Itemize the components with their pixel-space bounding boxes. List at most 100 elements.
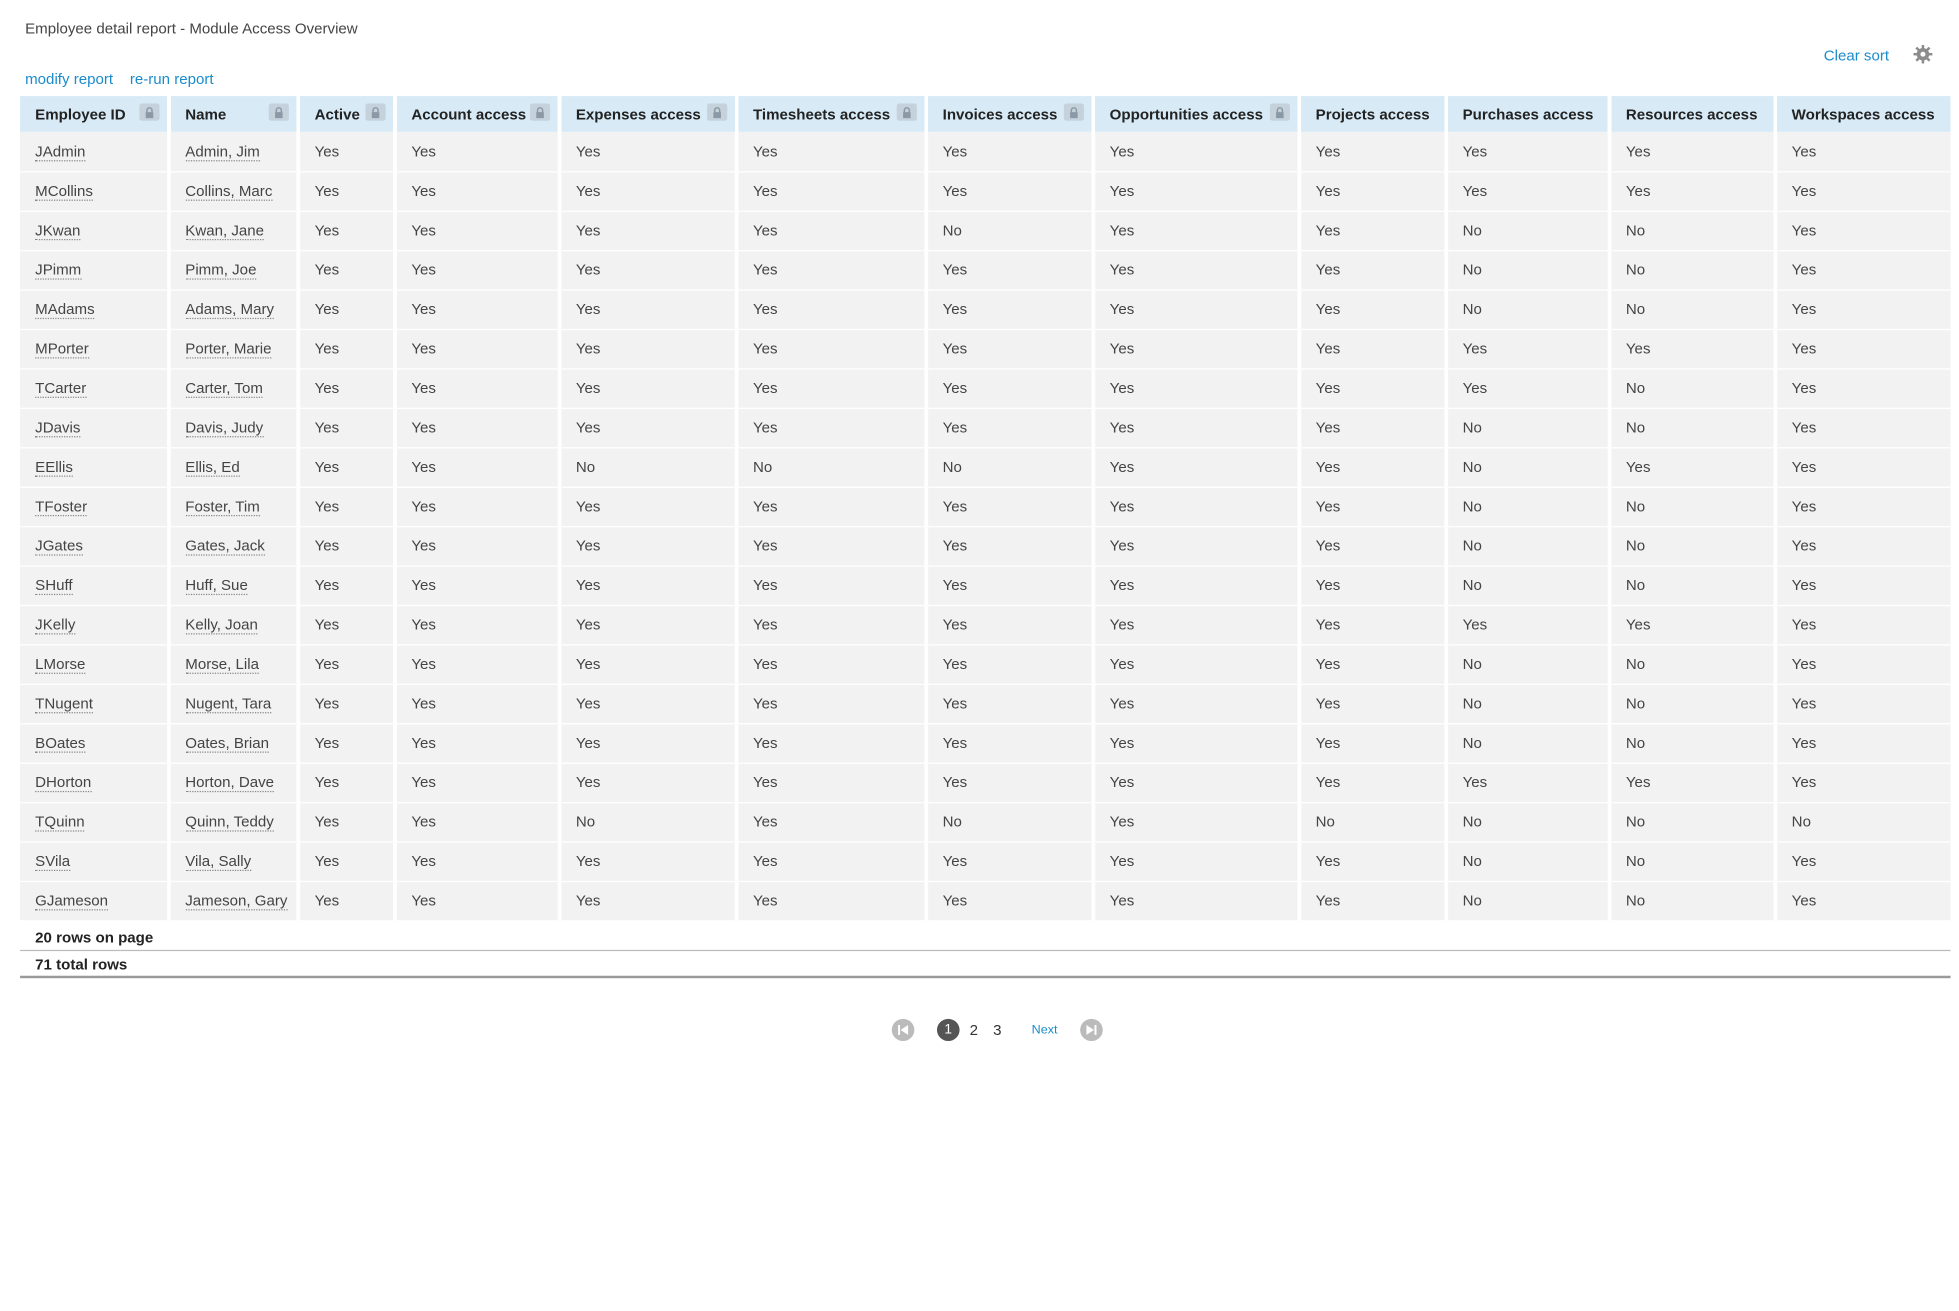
employee-id-link[interactable]: MPorter xyxy=(20,328,171,369)
column-header[interactable]: Purchases access xyxy=(1445,96,1611,132)
rerun-report-link[interactable]: re-run report xyxy=(130,70,214,87)
employee-id-link[interactable]: JAdmin xyxy=(20,131,171,172)
employee-id-link[interactable]: JGates xyxy=(20,526,171,567)
employee-id-link[interactable]: MAdams xyxy=(20,289,171,330)
employee-name-link[interactable]: Gates, Jack xyxy=(168,526,300,567)
cell-text[interactable]: Nugent, Tara xyxy=(185,694,272,714)
column-header[interactable]: Invoices access xyxy=(925,96,1095,132)
modify-report-link[interactable]: modify report xyxy=(25,70,113,87)
column-header[interactable]: Active xyxy=(297,96,397,132)
employee-name-link[interactable]: Pimm, Joe xyxy=(168,250,300,291)
cell-text[interactable]: MAdams xyxy=(35,300,95,320)
lock-icon[interactable] xyxy=(268,103,289,121)
cell-text[interactable]: GJameson xyxy=(35,891,109,911)
employee-name-link[interactable]: Jameson, Gary xyxy=(168,880,300,921)
cell-text[interactable]: Morse, Lila xyxy=(185,655,259,674)
employee-name-link[interactable]: Vila, Sally xyxy=(168,841,300,882)
cell-text[interactable]: JPimm xyxy=(35,261,82,280)
lock-icon[interactable] xyxy=(138,103,159,121)
employee-name-link[interactable]: Carter, Tom xyxy=(168,368,300,409)
employee-name-link[interactable]: Oates, Brian xyxy=(168,723,300,764)
page-number-1[interactable]: 1 xyxy=(936,1018,960,1042)
cell-text[interactable]: Porter, Marie xyxy=(185,340,272,359)
cell-text[interactable]: MCollins xyxy=(35,182,93,201)
cell-text[interactable]: Kelly, Joan xyxy=(185,616,258,635)
cell-text[interactable]: Carter, Tom xyxy=(185,379,263,398)
employee-id-link[interactable]: JPimm xyxy=(20,250,171,291)
employee-name-link[interactable]: Huff, Sue xyxy=(168,565,300,606)
cell-text[interactable]: JAdmin xyxy=(35,142,86,162)
cell-text[interactable]: Gates, Jack xyxy=(185,537,265,556)
cell-text[interactable]: EEllis xyxy=(35,458,73,477)
cell-text[interactable]: Vila, Sally xyxy=(185,852,252,872)
cell-text[interactable]: TNugent xyxy=(35,694,93,714)
cell-text[interactable]: Ellis, Ed xyxy=(185,458,240,477)
employee-name-link[interactable]: Foster, Tim xyxy=(168,486,300,527)
employee-id-link[interactable]: SVila xyxy=(20,841,171,882)
column-header[interactable]: Expenses access xyxy=(558,96,738,132)
employee-id-link[interactable]: GJameson xyxy=(20,880,171,921)
cell-text[interactable]: TQuinn xyxy=(35,813,85,832)
gear-icon[interactable] xyxy=(1913,44,1933,64)
cell-text[interactable]: BOates xyxy=(35,734,86,753)
cell-text[interactable]: MPorter xyxy=(35,340,89,359)
employee-name-link[interactable]: Nugent, Tara xyxy=(168,683,300,724)
cell-text[interactable]: DHorton xyxy=(35,773,92,793)
employee-id-link[interactable]: TFoster xyxy=(20,486,171,527)
cell-text[interactable]: Kwan, Jane xyxy=(185,221,265,241)
first-page-icon[interactable] xyxy=(891,1018,915,1042)
last-page-icon[interactable] xyxy=(1080,1018,1103,1042)
cell-text[interactable]: Huff, Sue xyxy=(185,576,248,596)
employee-id-link[interactable]: JKelly xyxy=(20,604,171,645)
cell-text[interactable]: JKwan xyxy=(35,221,80,241)
employee-name-link[interactable]: Quinn, Teddy xyxy=(168,802,300,843)
cell-text[interactable]: JGates xyxy=(35,537,83,556)
cell-text[interactable]: Quinn, Teddy xyxy=(185,813,274,832)
employee-id-link[interactable]: SHuff xyxy=(20,565,171,606)
lock-icon[interactable] xyxy=(1063,103,1084,121)
employee-name-link[interactable]: Horton, Dave xyxy=(168,762,300,803)
employee-name-link[interactable]: Porter, Marie xyxy=(168,328,300,369)
employee-id-link[interactable]: TCarter xyxy=(20,368,171,409)
cell-text[interactable]: LMorse xyxy=(35,655,86,674)
employee-id-link[interactable]: JDavis xyxy=(20,407,171,448)
column-header[interactable]: Employee ID xyxy=(20,96,171,132)
cell-text[interactable]: JDavis xyxy=(35,418,81,438)
column-header[interactable]: Opportunities access xyxy=(1092,96,1301,132)
cell-text[interactable]: Pimm, Joe xyxy=(185,261,257,280)
employee-name-link[interactable]: Kelly, Joan xyxy=(168,604,300,645)
cell-text[interactable]: Horton, Dave xyxy=(185,773,274,793)
cell-text[interactable]: Admin, Jim xyxy=(185,142,260,162)
page-number-2[interactable]: 2 xyxy=(970,1021,978,1038)
cell-text[interactable]: Collins, Marc xyxy=(185,182,272,201)
cell-text[interactable]: Foster, Tim xyxy=(185,497,260,517)
column-header[interactable]: Projects access xyxy=(1298,96,1448,132)
page-number-3[interactable]: 3 xyxy=(993,1021,1001,1038)
lock-icon[interactable] xyxy=(364,103,385,121)
cell-text[interactable]: TCarter xyxy=(35,379,87,398)
next-page-link[interactable]: Next xyxy=(1032,1023,1058,1037)
column-header[interactable]: Resources access xyxy=(1608,96,1777,132)
column-header[interactable]: Account access xyxy=(394,96,561,132)
lock-icon[interactable] xyxy=(529,103,550,121)
column-header[interactable]: Timesheets access xyxy=(736,96,928,132)
cell-text[interactable]: TFoster xyxy=(35,497,88,517)
cell-text[interactable]: SHuff xyxy=(35,576,73,596)
lock-icon[interactable] xyxy=(896,103,917,121)
employee-name-link[interactable]: Ellis, Ed xyxy=(168,447,300,488)
employee-id-link[interactable]: BOates xyxy=(20,723,171,764)
column-header[interactable]: Name xyxy=(168,96,300,132)
lock-icon[interactable] xyxy=(1269,103,1290,121)
employee-name-link[interactable]: Davis, Judy xyxy=(168,407,300,448)
column-header[interactable]: Workspaces access xyxy=(1774,96,1951,132)
cell-text[interactable]: SVila xyxy=(35,852,71,872)
cell-text[interactable]: JKelly xyxy=(35,616,75,635)
employee-id-link[interactable]: TNugent xyxy=(20,683,171,724)
employee-name-link[interactable]: Admin, Jim xyxy=(168,131,300,172)
employee-name-link[interactable]: Adams, Mary xyxy=(168,289,300,330)
lock-icon[interactable] xyxy=(706,103,727,121)
cell-text[interactable]: Davis, Judy xyxy=(185,418,264,438)
employee-name-link[interactable]: Collins, Marc xyxy=(168,171,300,212)
employee-name-link[interactable]: Morse, Lila xyxy=(168,644,300,685)
employee-id-link[interactable]: EEllis xyxy=(20,447,171,488)
